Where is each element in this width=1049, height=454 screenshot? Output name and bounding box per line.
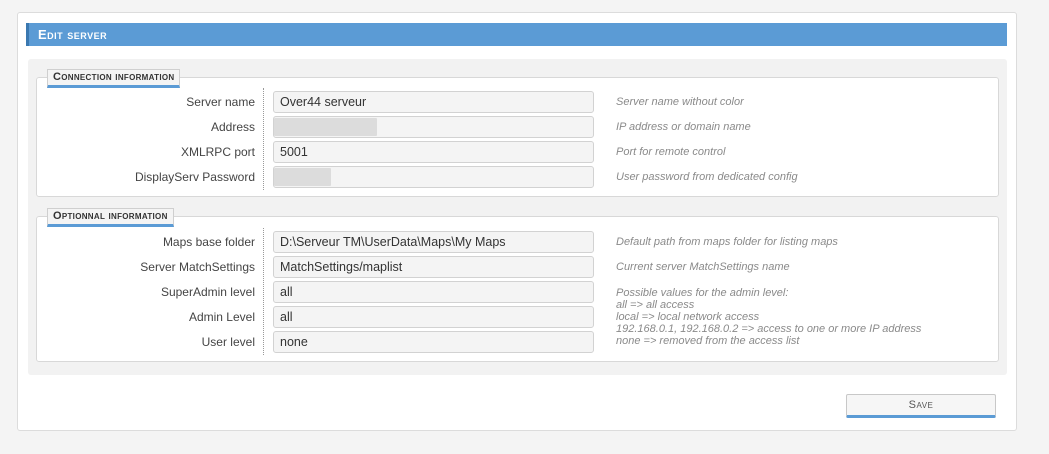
redacted-value [274,167,331,186]
save-button[interactable]: Save [846,394,996,418]
level-help-line: all => all access [616,299,695,311]
row-maps-base-folder: Maps base folder D:\Serveur TM\UserData\… [37,231,1000,253]
server-matchsettings-input[interactable]: MatchSettings/maplist [273,256,594,278]
superadmin-level-input[interactable]: all [273,281,594,303]
xmlrpc-port-help: Port for remote control [616,146,726,158]
admin-level-label: Admin Level [188,310,255,324]
row-xmlrpc-port: XMLRPC port 5001 Port for remote control [37,141,1000,163]
superadmin-level-label: SuperAdmin level [160,285,255,299]
displayserv-password-input[interactable] [273,166,594,188]
maps-base-folder-label: Maps base folder [162,235,255,249]
admin-level-help: Possible values for the admin level: all… [616,287,996,347]
displayserv-password-help: User password from dedicated config [616,171,798,183]
address-help: IP address or domain name [616,121,751,133]
connection-fieldset: Connection information Server name Over4… [36,69,1000,197]
edit-server-panel: Edit server Connection information Serve… [17,12,1017,431]
xmlrpc-port-input[interactable]: 5001 [273,141,594,163]
row-server-name: Server name Over44 serveur Server name w… [37,91,1000,113]
maps-base-folder-help: Default path from maps folder for listin… [616,236,838,248]
user-level-label: User level [201,335,255,349]
server-matchsettings-label: Server MatchSettings [140,260,255,274]
level-help-line: Possible values for the admin level: [616,287,789,299]
server-matchsettings-help: Current server MatchSettings name [616,261,790,273]
displayserv-password-label: DisplayServ Password [134,170,255,184]
connection-legend: Connection information [47,69,181,88]
user-level-input[interactable]: none [273,331,594,353]
level-help-line: none => removed from the access list [616,335,800,347]
server-name-label: Server name [186,95,255,109]
row-address: Address IP address or domain name [37,116,1000,138]
row-displayserv-password: DisplayServ Password User password from … [37,166,1000,188]
level-help-line: 192.168.0.1, 192.168.0.2 => access to on… [616,323,922,335]
level-help-line: local => local network access [616,311,760,323]
xmlrpc-port-label: XMLRPC port [180,145,255,159]
optional-fieldset: Optionnal information Maps base folder D… [36,208,1000,362]
redacted-value [274,117,377,136]
row-server-matchsettings: Server MatchSettings MatchSettings/mapli… [37,256,1000,278]
server-name-help: Server name without color [616,96,744,108]
panel-title: Edit server [26,23,1007,46]
admin-level-input[interactable]: all [273,306,594,328]
maps-base-folder-input[interactable]: D:\Serveur TM\UserData\Maps\My Maps [273,231,594,253]
address-label: Address [210,120,255,134]
form-body: Connection information Server name Over4… [28,59,1007,375]
optional-legend: Optionnal information [47,208,174,227]
server-name-input[interactable]: Over44 serveur [273,91,594,113]
address-input[interactable] [273,116,594,138]
